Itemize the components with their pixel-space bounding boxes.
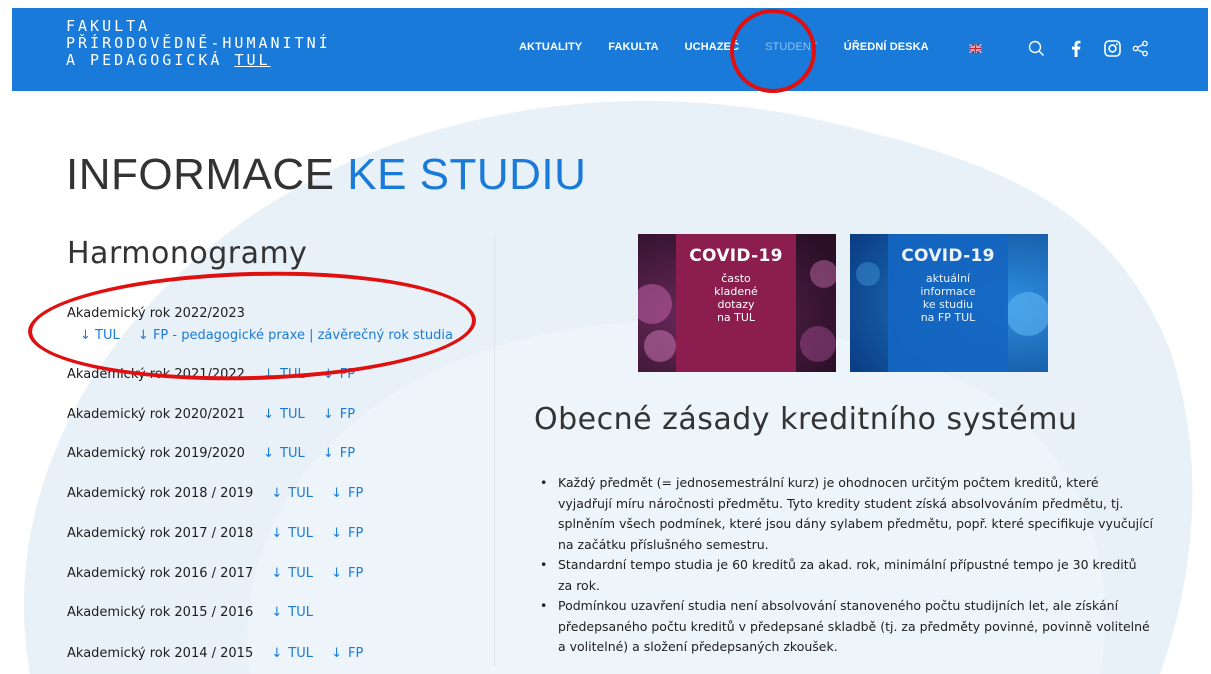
year-label: Akademický rok 2019/2020 — [67, 446, 245, 461]
link-tul-2014-2015[interactable]: ↓ TUL — [271, 646, 313, 661]
site-header: FAKULTA PŘÍRODOVĚDNĚ-HUMANITNÍ A PEDAGOG… — [12, 8, 1208, 91]
harmonogramy-heading: Harmonogramy — [67, 236, 308, 271]
link-label: FP — [348, 646, 364, 661]
link-label: FP — [339, 446, 356, 461]
download-arrow-icon: ↓ — [271, 486, 283, 501]
download-arrow-icon: ↓ — [271, 605, 283, 620]
year-row-2020-2021: Akademický rok 2020/2021 ↓ TUL ↓ FP — [67, 407, 355, 422]
column-divider — [494, 236, 495, 666]
year-row-2015-2016: Akademický rok 2015 / 2016 ↓ TUL — [67, 605, 313, 620]
credit-rules-list: Každý předmět (= jednosemestrální kurz) … — [534, 473, 1154, 658]
download-arrow-icon: ↓ — [331, 486, 343, 501]
download-arrow-icon: ↓ — [331, 566, 343, 581]
logo-line-3: A PEDAGOGICKÁ TUL — [66, 52, 331, 69]
link-fp-2017-2018[interactable]: ↓ FP — [331, 526, 363, 541]
uk-flag-icon[interactable] — [969, 44, 982, 53]
download-arrow-icon: ↓ — [331, 646, 343, 661]
download-arrow-icon: ↓ — [263, 446, 274, 461]
faculty-logo[interactable]: FAKULTA PŘÍRODOVĚDNĚ-HUMANITNÍ A PEDAGOG… — [66, 18, 331, 69]
link-label: FP — [339, 407, 356, 422]
banner-title: COVID-19 — [689, 246, 783, 266]
banner-line: kladené — [714, 285, 758, 298]
link-tul-2019-2020[interactable]: ↓ TUL — [263, 446, 305, 461]
covid-info-banner[interactable]: COVID-19 aktuální informace ke studiu na… — [850, 234, 1048, 372]
banner-line: na FP TUL — [920, 311, 976, 324]
year-row-2017-2018: Akademický rok 2017 / 2018 ↓ TUL ↓ FP — [67, 526, 363, 541]
link-label: FP — [348, 566, 364, 581]
year-row-2019-2020: Akademický rok 2019/2020 ↓ TUL ↓ FP — [67, 446, 355, 461]
year-label: Akademický rok 2016 / 2017 — [67, 566, 254, 581]
year-label: Akademický rok 2017 / 2018 — [67, 526, 254, 541]
download-arrow-icon: ↓ — [331, 526, 343, 541]
banner-line: na TUL — [716, 311, 756, 324]
link-label: TUL — [280, 446, 305, 461]
list-item: Každý předmět (= jednosemestrální kurz) … — [534, 473, 1154, 555]
banner-line: dotazy — [717, 298, 755, 311]
year-label: Akademický rok 2020/2021 — [67, 407, 245, 422]
instagram-icon[interactable] — [1104, 40, 1121, 57]
logo-line-3-prefix: A PEDAGOGICKÁ — [66, 51, 235, 69]
page-title-plain: INFORMACE — [66, 150, 348, 199]
list-item: Standardní tempo studia je 60 kreditů za… — [534, 555, 1154, 596]
covid-faq-box: COVID-19 často kladené dotazy na TUL — [676, 234, 796, 372]
banner-title: COVID-19 — [901, 246, 995, 266]
link-fp-2016-2017[interactable]: ↓ FP — [331, 566, 363, 581]
share-icon[interactable] — [1132, 40, 1149, 57]
link-fp-2020-2021[interactable]: ↓ FP — [323, 407, 355, 422]
facebook-icon[interactable] — [1070, 40, 1082, 57]
list-item: Podmínkou uzavření studia není absolvová… — [534, 596, 1154, 658]
link-label: FP — [348, 486, 364, 501]
logo-line-1: FAKULTA — [66, 17, 151, 35]
page-title: INFORMACE KE STUDIU — [66, 150, 586, 200]
nav-fakulta[interactable]: FAKULTA — [608, 41, 658, 53]
download-arrow-icon: ↓ — [271, 646, 283, 661]
download-arrow-icon: ↓ — [271, 526, 283, 541]
logo-line-2: PŘÍRODOVĚDNĚ-HUMANITNÍ — [66, 34, 331, 52]
year-label: Akademický rok 2018 / 2019 — [67, 486, 254, 501]
banner-line: často — [721, 272, 751, 285]
annotation-circle-student — [730, 9, 816, 93]
link-fp-2019-2020[interactable]: ↓ FP — [323, 446, 355, 461]
year-row-2018-2019: Akademický rok 2018 / 2019 ↓ TUL ↓ FP — [67, 486, 363, 501]
annotation-ellipse-2022-2023 — [26, 266, 478, 386]
logo-tul: TUL — [234, 51, 271, 69]
link-fp-2018-2019[interactable]: ↓ FP — [331, 486, 363, 501]
banner-line: aktuální — [925, 272, 971, 285]
credit-system-heading: Obecné zásady kreditního systému — [534, 402, 1078, 437]
link-label: TUL — [280, 407, 305, 422]
link-tul-2020-2021[interactable]: ↓ TUL — [263, 407, 305, 422]
link-tul-2015-2016[interactable]: ↓ TUL — [271, 605, 313, 620]
link-label: TUL — [288, 486, 313, 501]
link-tul-2017-2018[interactable]: ↓ TUL — [271, 526, 313, 541]
download-arrow-icon: ↓ — [322, 407, 334, 422]
nav-uredni-deska[interactable]: ÚŘEDNÍ DESKA — [844, 41, 929, 53]
year-row-2016-2017: Akademický rok 2016 / 2017 ↓ TUL ↓ FP — [67, 566, 363, 581]
banner-line: ke studiu — [922, 298, 974, 311]
link-tul-2016-2017[interactable]: ↓ TUL — [271, 566, 313, 581]
year-row-2014-2015: Akademický rok 2014 / 2015 ↓ TUL ↓ FP — [67, 646, 363, 661]
banner-line: informace — [920, 285, 976, 298]
covid-info-box: COVID-19 aktuální informace ke studiu na… — [888, 234, 1008, 372]
link-tul-2018-2019[interactable]: ↓ TUL — [271, 486, 313, 501]
page-title-accent: KE STUDIU — [347, 150, 587, 199]
download-arrow-icon: ↓ — [322, 446, 334, 461]
covid-faq-banner[interactable]: COVID-19 často kladené dotazy na TUL — [638, 234, 836, 372]
download-arrow-icon: ↓ — [271, 566, 283, 581]
link-label: TUL — [288, 605, 313, 620]
nav-aktuality[interactable]: AKTUALITY — [519, 41, 582, 53]
year-label: Akademický rok 2015 / 2016 — [67, 605, 254, 620]
link-label: TUL — [288, 526, 313, 541]
year-label: Akademický rok 2014 / 2015 — [67, 646, 254, 661]
link-fp-2014-2015[interactable]: ↓ FP — [331, 646, 363, 661]
download-arrow-icon: ↓ — [263, 407, 274, 422]
link-label: FP — [348, 526, 364, 541]
search-icon[interactable] — [1028, 40, 1045, 57]
link-label: TUL — [288, 646, 313, 661]
link-label: TUL — [288, 566, 313, 581]
